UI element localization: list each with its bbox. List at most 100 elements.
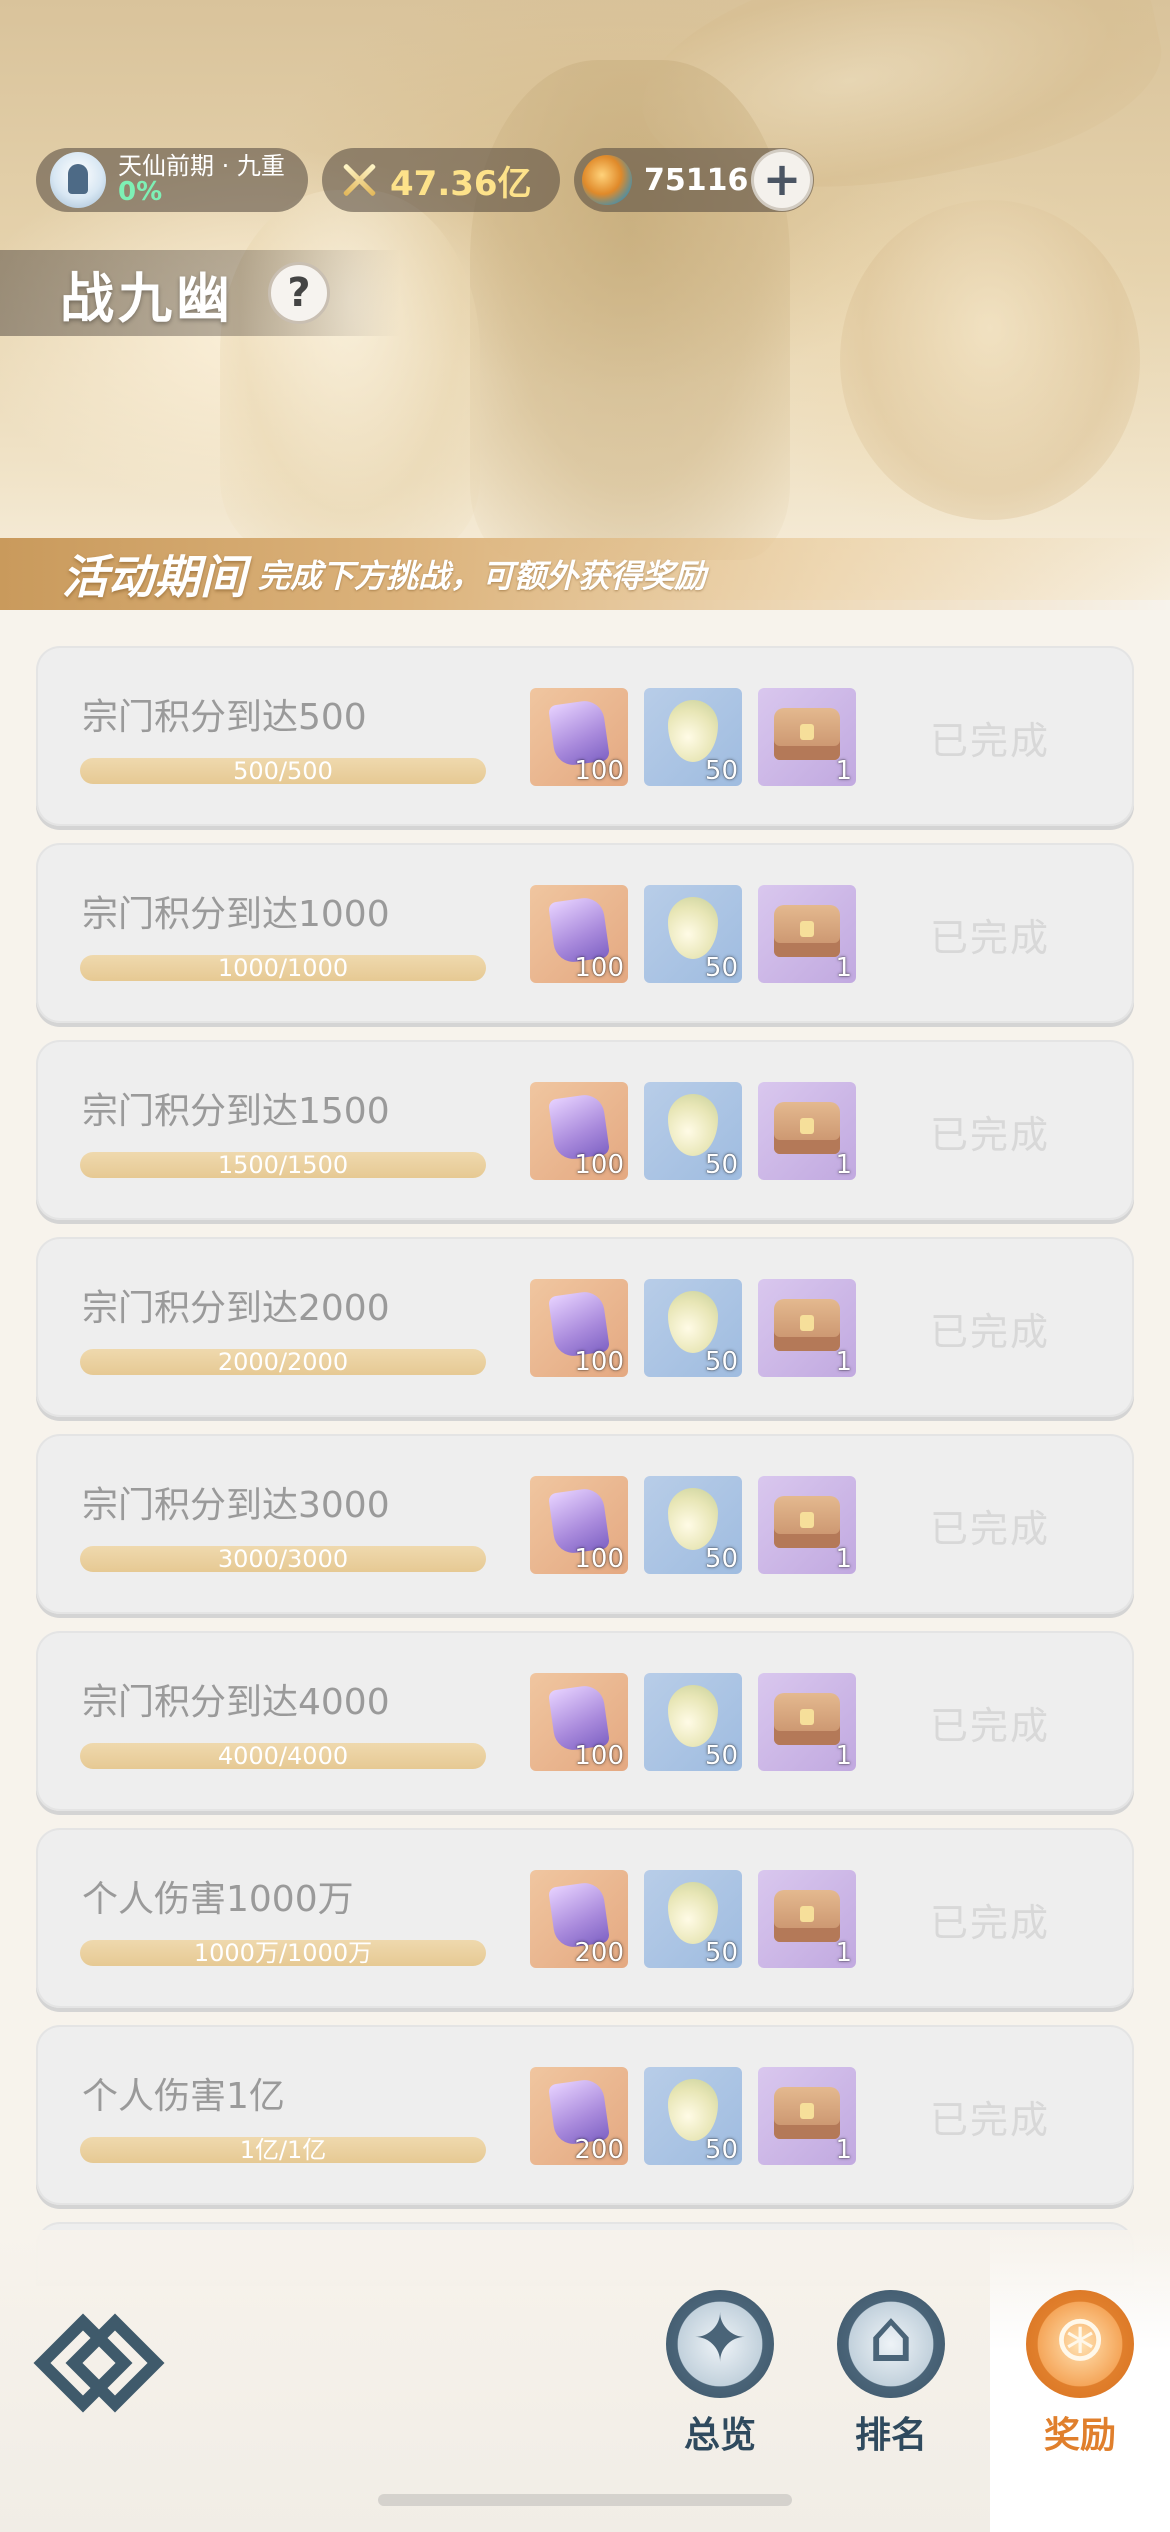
treasure-chest-icon — [774, 1890, 840, 1942]
treasure-chest-icon — [774, 905, 840, 957]
reward-item-crystal[interactable]: 100 — [530, 1476, 628, 1574]
reward-qty: 1 — [835, 1544, 852, 1574]
reward-qty: 50 — [704, 2135, 738, 2165]
reward-item-chest[interactable]: 1 — [758, 1673, 856, 1771]
challenge-title: 宗门积分到达1500 — [82, 1091, 390, 1132]
treasure-chest-icon — [774, 708, 840, 760]
nav-overview[interactable]: 总览 — [645, 2290, 795, 2458]
reward-item-essence[interactable]: 50 — [644, 688, 742, 786]
progress-text: 1500/1500 — [217, 1151, 349, 1179]
reward-item-essence[interactable]: 50 — [644, 1673, 742, 1771]
progress-text: 1000/1000 — [217, 954, 349, 982]
reward-qty: 100 — [574, 1347, 624, 1377]
reward-qty: 50 — [704, 1544, 738, 1574]
reward-item-essence[interactable]: 50 — [644, 1476, 742, 1574]
reward-item-chest[interactable]: 1 — [758, 2067, 856, 2165]
progress-text: 1000万/1000万 — [193, 1939, 373, 1967]
cultivation-rank-chip[interactable]: 天仙前期 · 九重 0% — [36, 148, 308, 212]
compass-icon — [666, 2290, 774, 2398]
reward-item-crystal[interactable]: 200 — [530, 2067, 628, 2165]
challenge-row: 个人伤害1亿 1亿/1亿 200 50 1 已完成 — [36, 2025, 1134, 2205]
event-period-banner: 活动期间 完成下方挑战，可额外获得奖励 — [0, 538, 1170, 610]
essence-drop-icon — [668, 1291, 718, 1353]
help-button[interactable]: ? — [268, 262, 330, 324]
reward-item-crystal[interactable]: 100 — [530, 688, 628, 786]
reward-item-crystal[interactable]: 100 — [530, 1673, 628, 1771]
challenge-title: 宗门积分到达1000 — [82, 894, 390, 935]
reward-qty: 100 — [574, 1150, 624, 1180]
reward-qty: 50 — [704, 1347, 738, 1377]
challenge-row: 宗门积分到达2000 2000/2000 100 50 1 已完成 — [36, 1237, 1134, 1417]
reward-item-crystal[interactable]: 200 — [530, 1870, 628, 1968]
challenge-list[interactable]: 宗门积分到达500 500/500 100 50 1 已完成 宗门积分到达100… — [36, 646, 1134, 2299]
reward-qty: 1 — [835, 756, 852, 786]
reward-item-chest[interactable]: 1 — [758, 885, 856, 983]
progress-text: 4000/4000 — [217, 1742, 349, 1770]
nav-rank[interactable]: 排名 — [816, 2290, 966, 2458]
essence-drop-icon — [668, 1882, 718, 1944]
essence-drop-icon — [668, 1094, 718, 1156]
reward-qty: 50 — [704, 756, 738, 786]
crossed-swords-icon — [338, 159, 380, 201]
completed-status: 已完成 — [930, 1310, 1051, 1354]
left-character-art — [220, 190, 480, 550]
reward-item-chest[interactable]: 1 — [758, 1279, 856, 1377]
temple-icon — [837, 2290, 945, 2398]
nav-reward[interactable]: 奖励 — [990, 2230, 1170, 2532]
reward-qty: 100 — [574, 1741, 624, 1771]
reward-qty: 1 — [835, 1938, 852, 1968]
rank-title: 天仙前期 · 九重 — [118, 151, 285, 180]
progress-bar: 1500/1500 — [80, 1152, 486, 1178]
reward-item-essence[interactable]: 50 — [644, 1279, 742, 1377]
home-diamond-icon[interactable] — [33, 2313, 165, 2413]
reward-qty: 200 — [574, 1938, 624, 1968]
center-character-art — [470, 60, 790, 560]
reward-item-essence[interactable]: 50 — [644, 1870, 742, 1968]
reward-item-essence[interactable]: 50 — [644, 885, 742, 983]
reward-item-crystal[interactable]: 100 — [530, 1082, 628, 1180]
reward-item-chest[interactable]: 1 — [758, 1476, 856, 1574]
completed-status: 已完成 — [930, 2098, 1051, 2142]
completed-status: 已完成 — [930, 916, 1051, 960]
progress-bar: 1000/1000 — [80, 955, 486, 981]
reward-qty: 200 — [574, 2135, 624, 2165]
treasure-chest-icon — [774, 1102, 840, 1154]
home-indicator[interactable] — [378, 2494, 792, 2506]
reward-qty: 1 — [835, 1741, 852, 1771]
combat-power-chip: 47.36亿 — [322, 148, 560, 212]
challenge-row: 个人伤害1000万 1000万/1000万 200 50 1 已完成 — [36, 1828, 1134, 2008]
progress-text: 2000/2000 — [217, 1348, 349, 1376]
combat-power-value: 47.36亿 — [390, 163, 532, 204]
currency-chip: 75116 + — [574, 148, 814, 212]
reward-bag-icon — [1026, 2290, 1134, 2398]
reward-item-crystal[interactable]: 100 — [530, 1279, 628, 1377]
reward-item-essence[interactable]: 50 — [644, 2067, 742, 2165]
banner-description: 完成下方挑战，可额外获得奖励 — [258, 557, 707, 595]
reward-item-chest[interactable]: 1 — [758, 688, 856, 786]
reward-item-chest[interactable]: 1 — [758, 1870, 856, 1968]
reward-item-crystal[interactable]: 100 — [530, 885, 628, 983]
rank-progress: 0% — [118, 176, 163, 207]
essence-drop-icon — [668, 897, 718, 959]
reward-item-essence[interactable]: 50 — [644, 1082, 742, 1180]
essence-drop-icon — [668, 700, 718, 762]
treasure-chest-icon — [774, 1693, 840, 1745]
bottom-nav: 总览 排名 奖励 — [0, 2230, 1170, 2532]
progress-bar: 1000万/1000万 — [80, 1940, 486, 1966]
challenge-title: 宗门积分到达4000 — [82, 1682, 390, 1723]
reward-qty: 1 — [835, 1347, 852, 1377]
reward-item-chest[interactable]: 1 — [758, 1082, 856, 1180]
challenge-title: 宗门积分到达3000 — [82, 1485, 390, 1526]
reward-qty: 1 — [835, 1150, 852, 1180]
completed-status: 已完成 — [930, 1704, 1051, 1748]
challenge-title: 宗门积分到达500 — [82, 697, 367, 738]
page-title: 战九幽 — [60, 266, 234, 330]
title-bar: 战九幽 ? — [0, 250, 400, 336]
essence-drop-icon — [668, 1685, 718, 1747]
reward-qty: 100 — [574, 1544, 624, 1574]
challenge-row: 宗门积分到达1000 1000/1000 100 50 1 已完成 — [36, 843, 1134, 1023]
progress-bar: 1亿/1亿 — [80, 2137, 486, 2163]
add-currency-button[interactable]: + — [754, 152, 810, 208]
reward-qty: 50 — [704, 1150, 738, 1180]
progress-text: 500/500 — [233, 757, 333, 785]
